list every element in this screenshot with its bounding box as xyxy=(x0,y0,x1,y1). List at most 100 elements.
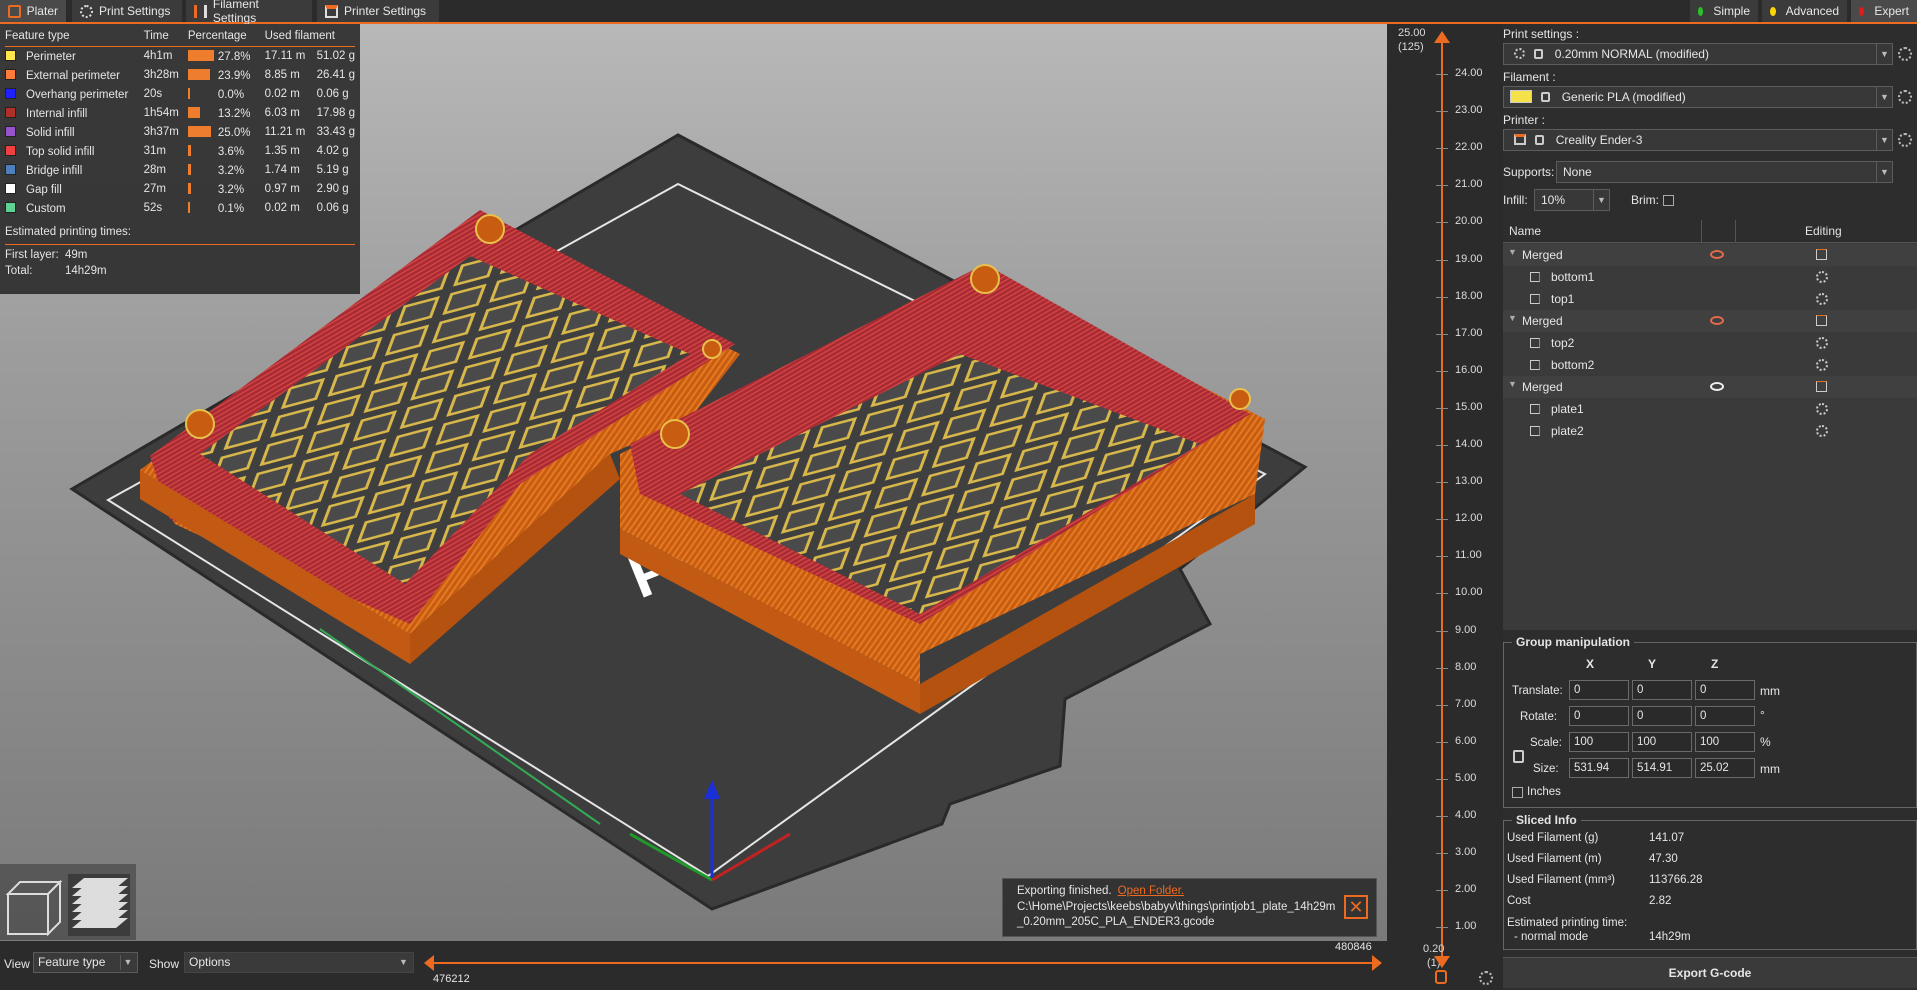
mode-expert-button[interactable]: Expert xyxy=(1851,0,1917,22)
layer-tick-label: 13.00 xyxy=(1455,475,1483,488)
tab-label: Filament Settings xyxy=(212,0,259,25)
legend-time: 4h1m xyxy=(143,50,173,63)
layer-tick-label: 19.00 xyxy=(1455,252,1483,265)
tab-printer-settings[interactable]: Printer Settings xyxy=(317,0,439,22)
layer-bottom-thumb[interactable] xyxy=(1434,956,1450,968)
object-row[interactable]: plate2 xyxy=(1503,420,1917,442)
filament-select[interactable]: Generic PLA (modified) ▼ xyxy=(1503,86,1893,108)
layer-tick-mark xyxy=(1436,778,1448,780)
object-group-row[interactable]: ▼ Merged xyxy=(1503,244,1917,266)
mode-advanced-button[interactable]: Advanced xyxy=(1762,0,1847,22)
translate-z-input[interactable] xyxy=(1695,680,1755,700)
show-options-select[interactable]: Options ▼ xyxy=(184,952,414,973)
scale-x-input[interactable] xyxy=(1569,732,1629,752)
tab-plater[interactable]: Plater xyxy=(0,0,66,22)
object-group-row[interactable]: ▼ Merged xyxy=(1503,310,1917,332)
size-y-input[interactable] xyxy=(1632,758,1692,778)
sliced-info-title: Sliced Info xyxy=(1512,813,1581,827)
gear-icon[interactable] xyxy=(1816,293,1828,305)
legend-used-filament: 11.21 m 33.43 g xyxy=(265,123,355,142)
object-group-row[interactable]: ▼ Merged xyxy=(1503,376,1917,398)
view-type-select[interactable]: Feature type ▼ xyxy=(33,952,138,973)
layer-slider-track[interactable] xyxy=(1441,36,1443,960)
chevron-down-icon[interactable]: ▼ xyxy=(1508,247,1517,257)
edit-settings-icon[interactable] xyxy=(1816,249,1827,260)
object-row[interactable]: plate1 xyxy=(1503,398,1917,420)
eye-hidden-icon[interactable] xyxy=(1710,316,1724,325)
hslider-left-thumb[interactable] xyxy=(424,955,434,971)
object-name: plate1 xyxy=(1551,402,1584,416)
print-settings-gear-icon[interactable] xyxy=(1898,47,1912,61)
object-row[interactable]: top2 xyxy=(1503,332,1917,354)
gear-icon[interactable] xyxy=(1816,337,1828,349)
rotate-y-input[interactable] xyxy=(1632,706,1692,726)
printer-gear-icon[interactable] xyxy=(1898,133,1912,147)
gear-icon[interactable] xyxy=(1816,425,1828,437)
layer-tick-mark xyxy=(1436,556,1448,558)
legend-percentage: 3.2% xyxy=(187,161,265,180)
infill-select[interactable]: 10% ▼ xyxy=(1534,189,1610,211)
size-z-input[interactable] xyxy=(1695,758,1755,778)
hslider-left-value: 476212 xyxy=(433,973,470,985)
eye-hidden-icon[interactable] xyxy=(1710,250,1724,259)
brim-checkbox[interactable] xyxy=(1663,195,1674,206)
translate-y-input[interactable] xyxy=(1632,680,1692,700)
gear-icon[interactable] xyxy=(1816,403,1828,415)
brim-label: Brim: xyxy=(1631,193,1659,207)
3d-view-cube-icon[interactable] xyxy=(5,879,63,937)
legend-percentage-text: 23.9% xyxy=(217,69,251,82)
mode-simple-button[interactable]: Simple xyxy=(1690,0,1758,22)
object-row[interactable]: top1 xyxy=(1503,288,1917,310)
filament-gear-icon[interactable] xyxy=(1898,90,1912,104)
gear-icon[interactable] xyxy=(1479,971,1493,985)
print-settings-select[interactable]: 0.20mm NORMAL (modified) ▼ xyxy=(1503,43,1893,65)
eye-icon[interactable] xyxy=(1710,382,1724,391)
layer-tick-mark xyxy=(1436,927,1448,929)
chevron-down-icon[interactable]: ▼ xyxy=(1508,313,1517,323)
object-row[interactable]: bottom1 xyxy=(1503,266,1917,288)
rotate-z-input[interactable] xyxy=(1695,706,1755,726)
supports-select[interactable]: None ▼ xyxy=(1556,161,1893,183)
edit-settings-icon[interactable] xyxy=(1816,315,1827,326)
horizontal-move-slider[interactable] xyxy=(426,962,1380,964)
layer-tick-label: 11.00 xyxy=(1455,549,1482,562)
editing-column-header[interactable]: Editing xyxy=(1805,224,1842,238)
scale-y-input[interactable] xyxy=(1632,732,1692,752)
gear-icon[interactable] xyxy=(1816,271,1828,283)
size-x-input[interactable] xyxy=(1569,758,1629,778)
legend-used-filament: 1.74 m 5.19 g xyxy=(265,161,355,180)
chevron-down-icon[interactable]: ▼ xyxy=(1508,379,1517,389)
gear-icon[interactable] xyxy=(1816,359,1828,371)
object-row[interactable]: bottom2 xyxy=(1503,354,1917,376)
notification-message: Exporting finished. xyxy=(1017,885,1112,897)
layer-tick-mark xyxy=(1436,667,1448,669)
rotate-x-input[interactable] xyxy=(1569,706,1629,726)
preview-layers-icon[interactable] xyxy=(68,874,130,936)
printer-select[interactable]: Creality Ender-3 ▼ xyxy=(1503,129,1893,151)
layer-tick-label: 8.00 xyxy=(1455,660,1477,673)
name-column-header[interactable]: Name xyxy=(1509,224,1541,238)
show-options-value: Options xyxy=(189,955,231,969)
supports-value: None xyxy=(1563,165,1592,179)
legend-color-swatch xyxy=(5,68,16,80)
open-folder-link[interactable]: Open Folder. xyxy=(1118,885,1184,897)
tab-filament-settings[interactable]: Filament Settings xyxy=(186,0,312,25)
lock-icon[interactable] xyxy=(1435,970,1447,984)
object-list[interactable]: Name Editing ▼ Merged bottom1 top1 ▼ Merged to… xyxy=(1503,220,1917,630)
lock-icon xyxy=(1541,92,1551,102)
scale-z-input[interactable] xyxy=(1695,732,1755,752)
tab-bar: Plater Print Settings Filament Settings … xyxy=(0,0,1917,25)
hslider-right-thumb[interactable] xyxy=(1372,955,1382,971)
layer-tick-mark xyxy=(1436,111,1448,113)
close-notification-button[interactable]: ✕ xyxy=(1344,895,1368,919)
export-gcode-button[interactable]: Export G-code xyxy=(1503,957,1917,988)
lock-icon[interactable] xyxy=(1513,750,1524,763)
inches-checkbox[interactable] xyxy=(1512,787,1523,798)
edit-settings-icon[interactable] xyxy=(1816,381,1827,392)
tab-print-settings[interactable]: Print Settings xyxy=(72,0,182,22)
translate-x-input[interactable] xyxy=(1569,680,1629,700)
layer-tick-mark xyxy=(1436,482,1448,484)
layer-tick-mark xyxy=(1436,630,1448,632)
part-icon xyxy=(1530,404,1540,414)
layer-top-thumb[interactable] xyxy=(1434,31,1450,43)
